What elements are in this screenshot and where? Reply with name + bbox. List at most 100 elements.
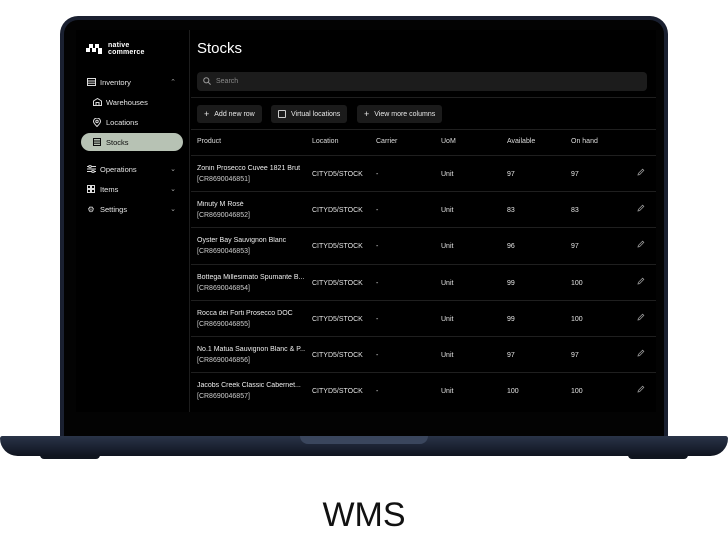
- search-placeholder: Search: [216, 78, 239, 85]
- brand-logo[interactable]: native commerce: [86, 42, 145, 56]
- cell-available: 99: [507, 279, 515, 287]
- sidebar-item-label: Settings: [100, 204, 128, 214]
- checkbox-icon: [278, 110, 286, 118]
- edit-pencil-icon[interactable]: [637, 240, 645, 250]
- cell-product-sku: [CR8690046851]: [197, 176, 250, 183]
- chevron-up-icon: ⌃: [170, 79, 176, 86]
- table-row[interactable]: Oyster Bay Sauvignon Blanc [CR8690046853]…: [191, 227, 656, 263]
- cell-carrier: -: [376, 315, 379, 323]
- table-row[interactable]: No.1 Matua Sauvignon Blanc & P... [CR8690…: [191, 336, 656, 372]
- virtual-locations-button[interactable]: Virtual locations: [271, 105, 348, 123]
- column-header-carrier[interactable]: Carrier: [376, 138, 397, 145]
- table-row[interactable]: Zonin Prosecco Cuvee 1821 Brut [CR8690046…: [191, 155, 656, 191]
- view-more-columns-label: View more columns: [374, 110, 436, 118]
- cell-available: 99: [507, 315, 515, 323]
- column-header-product[interactable]: Product: [197, 138, 221, 145]
- cell-carrier: -: [376, 243, 379, 251]
- stocks-icon: [92, 137, 102, 147]
- sidebar-item-label: Inventory: [100, 77, 131, 87]
- cell-on-hand: 100: [571, 315, 583, 323]
- cell-product-sku: [CR8690046856]: [197, 357, 250, 364]
- sidebar-item-items[interactable]: Items ⌄: [86, 181, 182, 197]
- cell-product-name: Minuty M Rosé: [197, 201, 244, 209]
- cell-uom: Unit: [441, 171, 454, 178]
- table-row[interactable]: Minuty M Rosé [CR8690046852] CITYD5/STOCK -…: [191, 191, 656, 227]
- cell-carrier: -: [376, 171, 379, 178]
- brand-name-line1: native: [108, 42, 130, 49]
- cell-uom: Unit: [441, 315, 454, 323]
- sidebar-item-warehouses[interactable]: Warehouses: [92, 94, 182, 110]
- add-new-row-button[interactable]: + Add new row: [197, 105, 262, 123]
- cell-location: CITYD5/STOCK: [312, 243, 363, 251]
- chevron-down-icon: ⌄: [170, 166, 176, 173]
- cell-product-sku: [CR8690046855]: [197, 320, 250, 328]
- edit-pencil-icon[interactable]: [637, 204, 645, 214]
- column-header-uom[interactable]: UoM: [441, 138, 456, 145]
- cell-on-hand: 97: [571, 352, 579, 359]
- cell-carrier: -: [376, 279, 379, 287]
- sidebar-item-settings[interactable]: ⚙ Settings ⌄: [86, 201, 182, 217]
- sidebar-item-inventory[interactable]: Inventory ⌃: [86, 74, 182, 90]
- cell-product-name: Zonin Prosecco Cuvee 1821 Brut: [197, 165, 301, 172]
- chevron-down-icon: ⌄: [170, 206, 176, 213]
- edit-pencil-icon[interactable]: [637, 385, 645, 395]
- cell-product-name: No.1 Matua Sauvignon Blanc & P...: [197, 346, 305, 353]
- warehouse-icon: [92, 97, 102, 107]
- column-header-on-hand[interactable]: On hand: [571, 138, 598, 145]
- column-header-available[interactable]: Available: [507, 138, 535, 145]
- view-more-columns-button[interactable]: + View more columns: [357, 105, 443, 123]
- cell-uom: Unit: [441, 243, 454, 251]
- cell-location: CITYD5/STOCK: [312, 207, 363, 215]
- cell-product-name: Jacobs Creek Classic Cabernet...: [197, 382, 301, 390]
- divider: [191, 97, 656, 98]
- table-row[interactable]: Rocca dei Forti Prosecco DOC [CR869004685…: [191, 299, 656, 336]
- cell-available: 96: [507, 243, 515, 251]
- divider: [191, 129, 656, 130]
- sidebar-item-label: Stocks: [106, 137, 129, 147]
- inventory-icon: [86, 77, 96, 87]
- cell-uom: Unit: [441, 388, 454, 396]
- chevron-down-icon: ⌄: [170, 186, 176, 193]
- cell-location: CITYD5/STOCK: [312, 171, 363, 178]
- edit-pencil-icon[interactable]: [637, 349, 645, 359]
- edit-pencil-icon[interactable]: [637, 277, 645, 287]
- laptop-foot: [628, 455, 688, 459]
- edit-pencil-icon[interactable]: [637, 313, 645, 323]
- items-grid-icon: [86, 184, 96, 194]
- search-input[interactable]: Search: [197, 72, 647, 91]
- table-row[interactable]: Jacobs Creek Classic Cabernet... [CR86900…: [191, 372, 656, 408]
- cell-location: CITYD5/STOCK: [312, 315, 363, 323]
- plus-icon: +: [364, 109, 370, 119]
- cell-location: CITYD5/STOCK: [312, 388, 363, 396]
- cell-product-sku: [CR8690046853]: [197, 248, 250, 256]
- add-new-row-label: Add new row: [214, 110, 255, 118]
- column-header-location[interactable]: Location: [312, 138, 338, 145]
- cell-uom: Unit: [441, 352, 454, 359]
- sidebar-item-label: Operations: [100, 164, 137, 174]
- laptop-base-notch: [300, 436, 428, 444]
- cell-on-hand: 97: [571, 171, 579, 178]
- sidebar-item-label: Items: [100, 184, 119, 194]
- operations-icon: [86, 164, 96, 174]
- cell-product-sku: [CR8690046857]: [197, 393, 250, 401]
- sidebar-item-operations[interactable]: Operations ⌄: [86, 161, 182, 177]
- brand-name: native commerce: [108, 42, 145, 56]
- cell-carrier: -: [376, 388, 379, 396]
- cell-product-sku: [CR8690046852]: [197, 212, 250, 220]
- edit-pencil-icon[interactable]: [637, 168, 645, 178]
- cell-product-sku: [CR8690046854]: [197, 284, 250, 292]
- brand-name-line2: commerce: [108, 49, 145, 56]
- sidebar-item-label: Locations: [106, 117, 139, 127]
- sidebar-item-label: Warehouses: [106, 97, 148, 107]
- cell-product-name: Oyster Bay Sauvignon Blanc: [197, 237, 287, 245]
- cell-on-hand: 83: [571, 207, 579, 215]
- cell-location: CITYD5/STOCK: [312, 352, 363, 359]
- sidebar-item-locations[interactable]: Locations: [92, 114, 182, 130]
- sidebar-item-stocks[interactable]: Stocks: [81, 133, 183, 151]
- cell-uom: Unit: [441, 207, 454, 215]
- search-icon: [203, 76, 211, 87]
- cell-available: 100: [507, 388, 519, 396]
- table-row[interactable]: Bottega Millesimato Spumante B... [CR8690…: [191, 263, 656, 300]
- app-screen: native commerce Inventory ⌃ Warehouses L…: [76, 30, 656, 412]
- location-pin-icon: [92, 117, 102, 127]
